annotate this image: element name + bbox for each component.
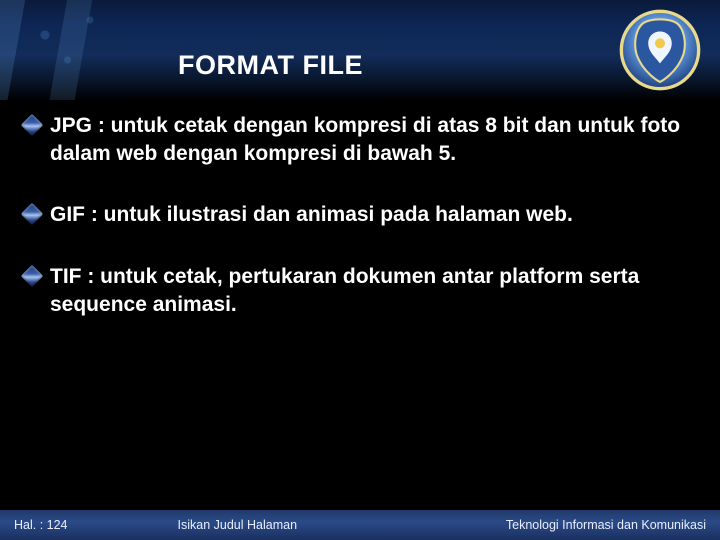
logo-icon xyxy=(618,8,702,92)
diamond-bullet-icon xyxy=(21,265,44,288)
list-item: TIF : untuk cetak, pertukaran dokumen an… xyxy=(24,263,696,318)
bullet-text: JPG : untuk cetak dengan kompresi di ata… xyxy=(50,112,696,167)
slide: FORMAT FILE JPG : untuk cetak dengan xyxy=(0,0,720,540)
slide-body: JPG : untuk cetak dengan kompresi di ata… xyxy=(24,112,696,353)
slide-title: FORMAT FILE xyxy=(178,50,363,81)
bullet-text: GIF : untuk ilustrasi dan animasi pada h… xyxy=(50,201,696,229)
list-item: JPG : untuk cetak dengan kompresi di ata… xyxy=(24,112,696,167)
list-item: GIF : untuk ilustrasi dan animasi pada h… xyxy=(24,201,696,229)
bullet-text: TIF : untuk cetak, pertukaran dokumen an… xyxy=(50,263,696,318)
diamond-bullet-icon xyxy=(21,114,44,137)
slide-footer: Hal. : 124 Isikan Judul Halaman Teknolog… xyxy=(0,510,720,540)
footer-right: Teknologi Informasi dan Komunikasi xyxy=(506,518,706,532)
header-decor xyxy=(0,0,150,100)
slide-header: FORMAT FILE xyxy=(0,0,720,100)
footer-page: Hal. : 124 xyxy=(14,518,68,532)
diamond-bullet-icon xyxy=(21,203,44,226)
footer-center: Isikan Judul Halaman xyxy=(68,518,506,532)
